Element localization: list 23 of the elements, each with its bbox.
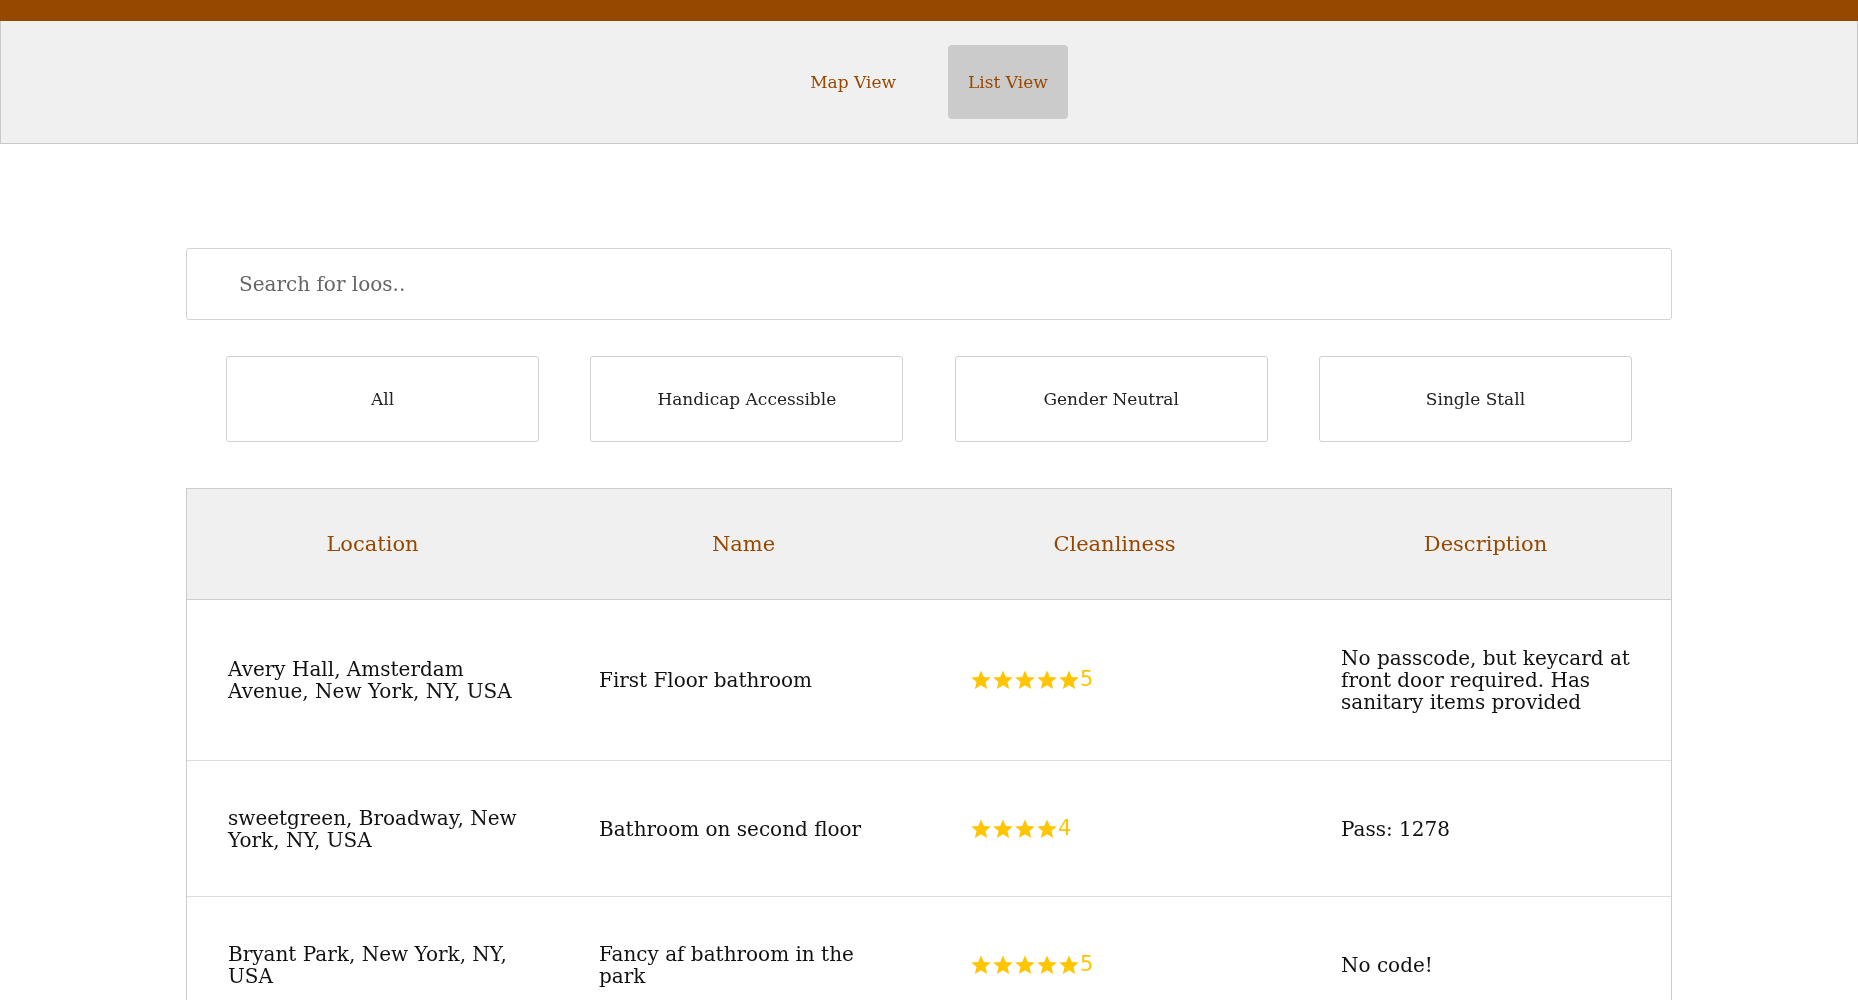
- name-text: Fancy af bathroom in the park: [599, 942, 855, 987]
- column-header: Location: [326, 532, 419, 556]
- rating-value: 5: [1080, 668, 1094, 692]
- description-text: No code!: [1341, 953, 1433, 976]
- filter-button[interactable]: All: [226, 356, 539, 442]
- filter-button[interactable]: Single Stall: [1319, 356, 1632, 442]
- location-text: sweetgreen, Broadway, New York, NY, USA: [228, 806, 518, 851]
- column-header: Name: [711, 532, 776, 556]
- filter-button[interactable]: Gender Neutral: [954, 356, 1268, 442]
- name-text: Bathroom on second floor: [599, 817, 862, 840]
- location-text: Avery Hall, Amsterdam Avenue, New York, NY, USA: [228, 658, 513, 702]
- filter-button[interactable]: Handicap Accessible: [590, 356, 904, 442]
- view-tab[interactable]: List View: [948, 45, 1068, 119]
- description-text: No passcode, but keycard at front door required. Has sanitary items provided: [1341, 647, 1631, 713]
- name-text: First Floor bathroom: [599, 669, 813, 691]
- column-header: Description: [1423, 532, 1548, 556]
- location-text: Bryant Park, New York, NY, USA: [228, 942, 508, 987]
- column-header: Cleanliness: [1053, 532, 1176, 556]
- rating-value: 5: [1080, 952, 1094, 977]
- description-text: Pass: 1278: [1341, 817, 1450, 840]
- rating-value: 4: [1058, 816, 1072, 841]
- view-tab[interactable]: Map View: [790, 45, 917, 119]
- search-field[interactable]: Search for loos..: [186, 248, 1672, 320]
